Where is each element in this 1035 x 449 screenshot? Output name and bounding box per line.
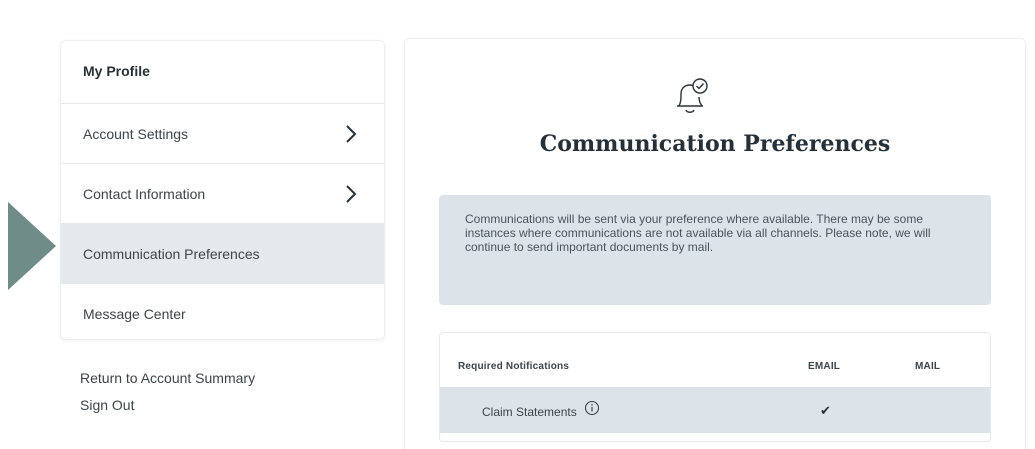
bell-check-icon bbox=[677, 78, 708, 113]
sidebar-item-contact-information[interactable]: Contact Information bbox=[61, 163, 384, 223]
sign-out-link[interactable]: Sign Out bbox=[80, 397, 134, 413]
email-checkmark[interactable]: ✔ bbox=[820, 403, 831, 419]
sidebar-item-message-center[interactable]: Message Center bbox=[61, 283, 384, 343]
column-header-email: EMAIL bbox=[808, 361, 841, 372]
column-header-mail: MAIL bbox=[915, 361, 941, 372]
pointer-arrow-icon bbox=[8, 202, 56, 290]
sidebar-item-account-settings[interactable]: Account Settings bbox=[61, 103, 384, 163]
sidebar-item-label: Communication Preferences bbox=[83, 245, 260, 262]
communication-preferences-panel: Communication Preferences Communications… bbox=[404, 38, 1026, 449]
profile-sidebar: My Profile Account Settings Contact Info… bbox=[60, 40, 385, 340]
sidebar-item-label: Account Settings bbox=[83, 125, 189, 142]
return-to-account-summary-link[interactable]: Return to Account Summary bbox=[80, 370, 255, 386]
column-header-required-notifications: Required Notifications bbox=[458, 361, 570, 372]
sidebar-item-my-profile[interactable]: My Profile bbox=[61, 41, 384, 101]
sidebar-item-label: Contact Information bbox=[83, 185, 206, 202]
notifications-table: Required Notifications EMAIL MAIL Claim … bbox=[439, 332, 991, 442]
row-label: Claim Statements bbox=[482, 405, 577, 419]
info-icon[interactable] bbox=[584, 400, 600, 416]
sidebar-item-label: Message Center bbox=[83, 305, 186, 322]
info-notice: Communications will be sent via your pre… bbox=[439, 195, 991, 305]
sidebar-item-communication-preferences[interactable]: Communication Preferences bbox=[61, 223, 384, 283]
page-title: Communication Preferences bbox=[539, 131, 891, 157]
chevron-right-icon bbox=[346, 125, 357, 143]
chevron-right-icon bbox=[346, 185, 357, 203]
sidebar-item-label: My Profile bbox=[83, 63, 150, 79]
table-row: Claim Statements ✔ bbox=[440, 387, 990, 433]
